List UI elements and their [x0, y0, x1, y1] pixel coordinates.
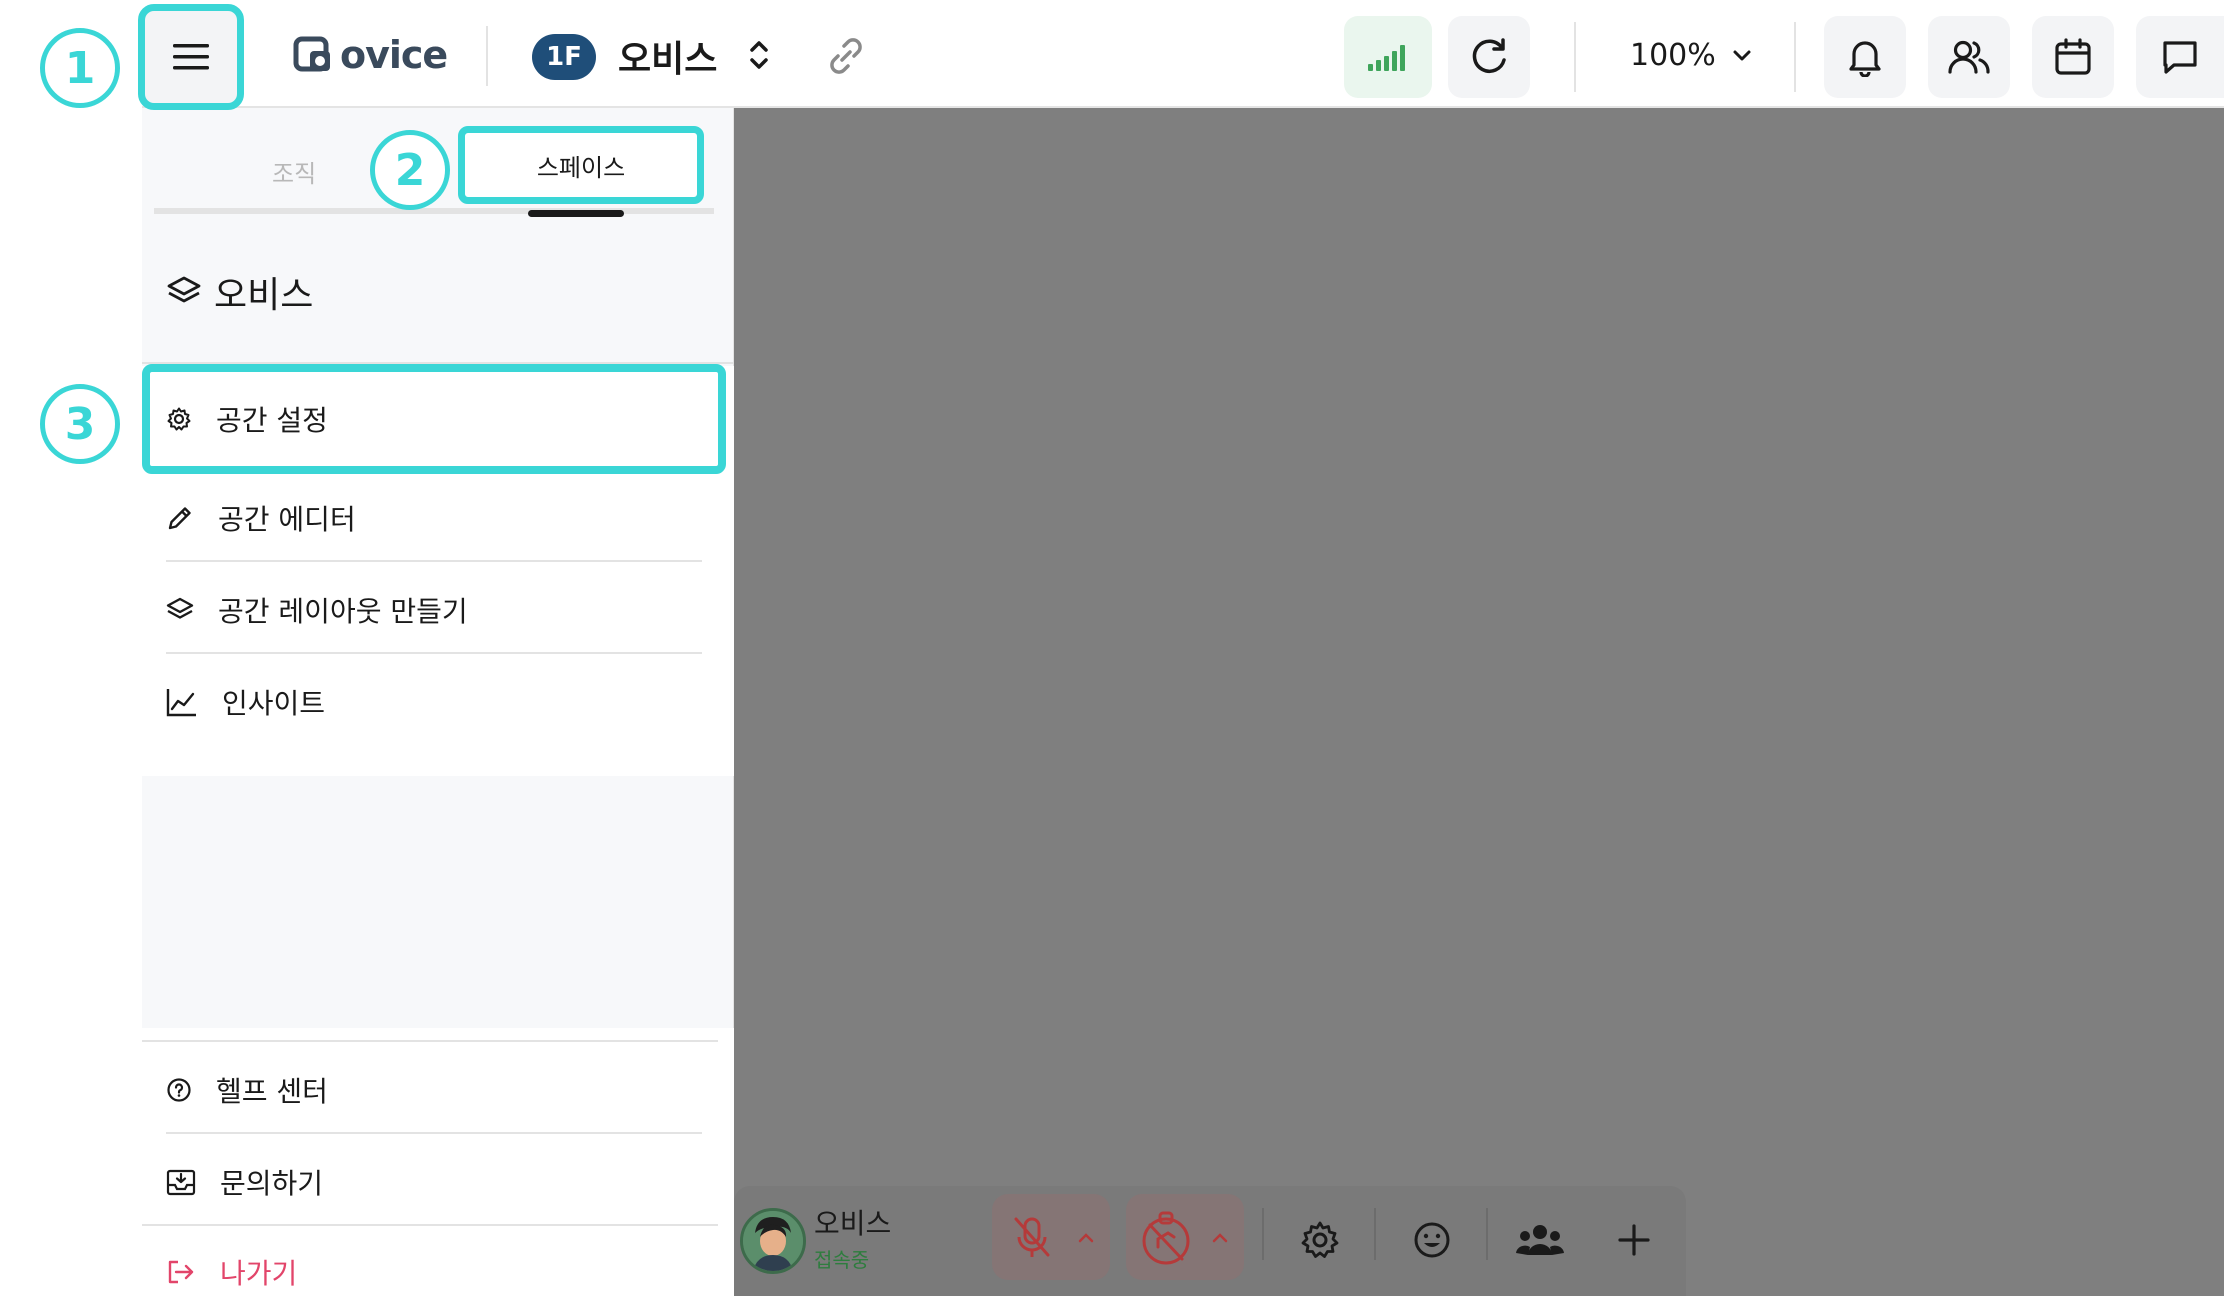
- group-users-icon: [1516, 1225, 1564, 1255]
- step-marker-2: 2: [370, 130, 450, 210]
- sidebar-item-label: 문의하기: [220, 1167, 324, 1200]
- sidebar-item-help-center[interactable]: 헬프 센터: [166, 1070, 328, 1110]
- sidebar-item-label: 공간 에디터: [218, 503, 356, 536]
- sidebar-item-label: 공간 레이아웃 만들기: [218, 595, 468, 628]
- help-circle-icon: [167, 1078, 191, 1102]
- gear-icon: [167, 407, 191, 431]
- bell-icon: [1849, 41, 1881, 77]
- pencil-icon: [168, 507, 191, 530]
- notifications-button[interactable]: [1824, 16, 1906, 98]
- avatar-illustration-icon: [743, 1211, 803, 1271]
- floor-badge[interactable]: 1F: [532, 34, 596, 80]
- tab-space-label: 스페이스: [536, 153, 626, 182]
- hamburger-menu-button[interactable]: [138, 4, 244, 110]
- chart-line-icon: [166, 689, 196, 717]
- app-root: { "header": { "logo_text": "ovice", "flo…: [0, 0, 2224, 1296]
- emoji-reaction-button[interactable]: [1402, 1210, 1462, 1270]
- top-bar: [142, 0, 2224, 108]
- space-title-label: 오비스: [214, 275, 314, 316]
- chevron-down-icon: [1733, 50, 1751, 60]
- toolbar-divider: [1374, 1208, 1376, 1260]
- bottom-toolbar: 오비스 접속중: [734, 1186, 1686, 1296]
- exit-icon: [168, 1260, 194, 1284]
- refresh-icon: [1472, 38, 1506, 73]
- layers-icon: [167, 276, 201, 303]
- camera-options-button[interactable]: [1206, 1220, 1234, 1256]
- space-canvas-overlay[interactable]: 오비스 접속중: [734, 108, 2224, 1296]
- step-marker-3: 3: [40, 384, 120, 464]
- ovice-logo[interactable]: ovice: [292, 28, 448, 82]
- item-divider: [166, 652, 702, 654]
- sidebar-item-insights[interactable]: 인사이트: [166, 682, 325, 722]
- calendar-icon: [2055, 38, 2091, 75]
- users-icon: [1948, 40, 1990, 74]
- logo-mark-icon: [293, 36, 330, 72]
- chevron-up-icon: [1078, 1233, 1094, 1243]
- tab-space[interactable]: 스페이스: [458, 126, 704, 204]
- camera-toggle-button[interactable]: [1134, 1206, 1198, 1270]
- chat-bubble-icon: [2163, 41, 2197, 74]
- user-status: 접속중: [814, 1248, 870, 1272]
- link-icon[interactable]: [822, 34, 870, 78]
- sidebar-item-contact[interactable]: 문의하기: [166, 1162, 323, 1202]
- sidebar-item-exit[interactable]: 나가기: [166, 1252, 297, 1292]
- tab-underline: [154, 208, 714, 214]
- mic-toggle-button[interactable]: [1002, 1208, 1062, 1268]
- layers-icon: [166, 597, 194, 619]
- avatar[interactable]: [740, 1208, 806, 1274]
- header-divider: [1574, 22, 1576, 92]
- header-divider: [486, 26, 488, 86]
- calendar-button[interactable]: [2032, 16, 2114, 98]
- step-marker-1: 1: [40, 28, 120, 108]
- smiley-icon: [1414, 1222, 1450, 1258]
- section-divider: [142, 1040, 718, 1042]
- space-title: 오비스: [166, 266, 313, 318]
- chevron-up-down-icon[interactable]: [744, 34, 774, 76]
- chevron-up-icon: [1212, 1233, 1228, 1243]
- sidebar-item-label: 공간 설정: [216, 404, 328, 437]
- sidebar-item-label: 인사이트: [222, 687, 326, 720]
- mic-options-button[interactable]: [1072, 1220, 1100, 1256]
- tab-active-indicator: [528, 210, 624, 217]
- sidebar-item-space-editor[interactable]: 공간 에디터: [166, 498, 356, 538]
- sidebar-item-label: 나가기: [220, 1257, 298, 1290]
- item-divider: [142, 1224, 718, 1226]
- zoom-selector[interactable]: 100%: [1630, 38, 1752, 73]
- header-divider: [1794, 22, 1796, 92]
- connection-signal-button[interactable]: [1344, 16, 1432, 98]
- space-name-selector[interactable]: 오비스: [618, 30, 717, 82]
- signal-bars-icon: [1368, 45, 1405, 71]
- plus-icon: [1618, 1224, 1650, 1256]
- sidebar-item-space-settings[interactable]: 공간 설정: [142, 364, 726, 474]
- chat-button[interactable]: [2136, 16, 2224, 98]
- tab-organization[interactable]: 조직: [272, 154, 316, 189]
- refresh-button[interactable]: [1448, 16, 1530, 98]
- zoom-level: 100%: [1630, 38, 1716, 73]
- item-divider: [166, 560, 702, 562]
- sidebar-panel: 조직 스페이스 오비스 공간 설정 공간 에디터 공간 레이아웃 만들기 인사이…: [142, 108, 734, 1296]
- inbox-icon: [166, 1169, 196, 1196]
- members-button[interactable]: [1928, 16, 2010, 98]
- group-button[interactable]: [1510, 1210, 1570, 1270]
- gear-icon: [1301, 1221, 1339, 1258]
- settings-button[interactable]: [1290, 1210, 1350, 1270]
- toolbar-divider: [1262, 1208, 1264, 1260]
- item-divider: [166, 1132, 702, 1134]
- user-name: 오비스: [814, 1207, 892, 1240]
- logo-text: ovice: [340, 33, 448, 77]
- sidebar-item-layout-builder[interactable]: 공간 레이아웃 만들기: [166, 590, 468, 630]
- toolbar-divider: [1486, 1208, 1488, 1260]
- hamburger-icon: [173, 44, 209, 70]
- add-button[interactable]: [1604, 1210, 1664, 1270]
- sidebar-item-label: 헬프 센터: [216, 1075, 328, 1108]
- camera-off-icon: [1142, 1211, 1190, 1265]
- mic-off-icon: [1014, 1217, 1050, 1257]
